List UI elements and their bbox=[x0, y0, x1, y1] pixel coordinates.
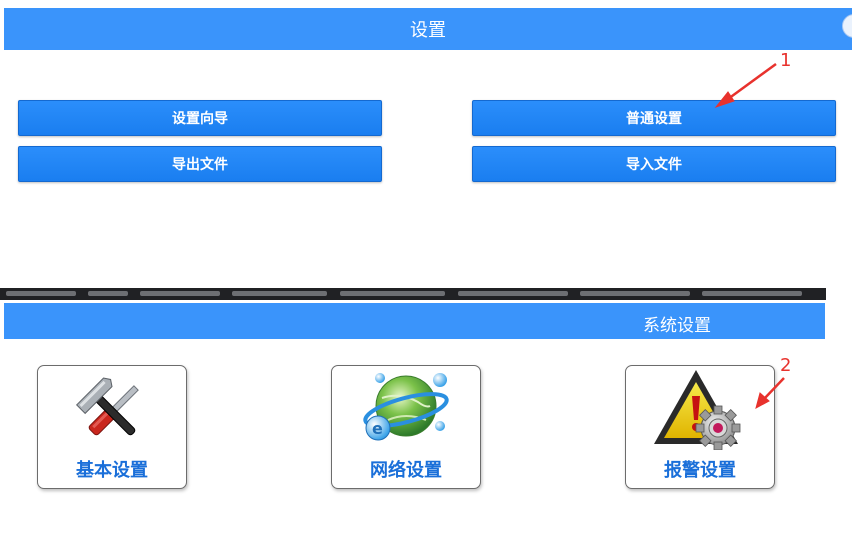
annotation-arrow-1 bbox=[714, 62, 777, 109]
annotation-arrow-2 bbox=[755, 377, 785, 409]
annotation-arrows bbox=[714, 62, 785, 409]
annotation-number-2: 2 bbox=[780, 355, 792, 376]
annotation-number-1: 1 bbox=[780, 50, 792, 71]
